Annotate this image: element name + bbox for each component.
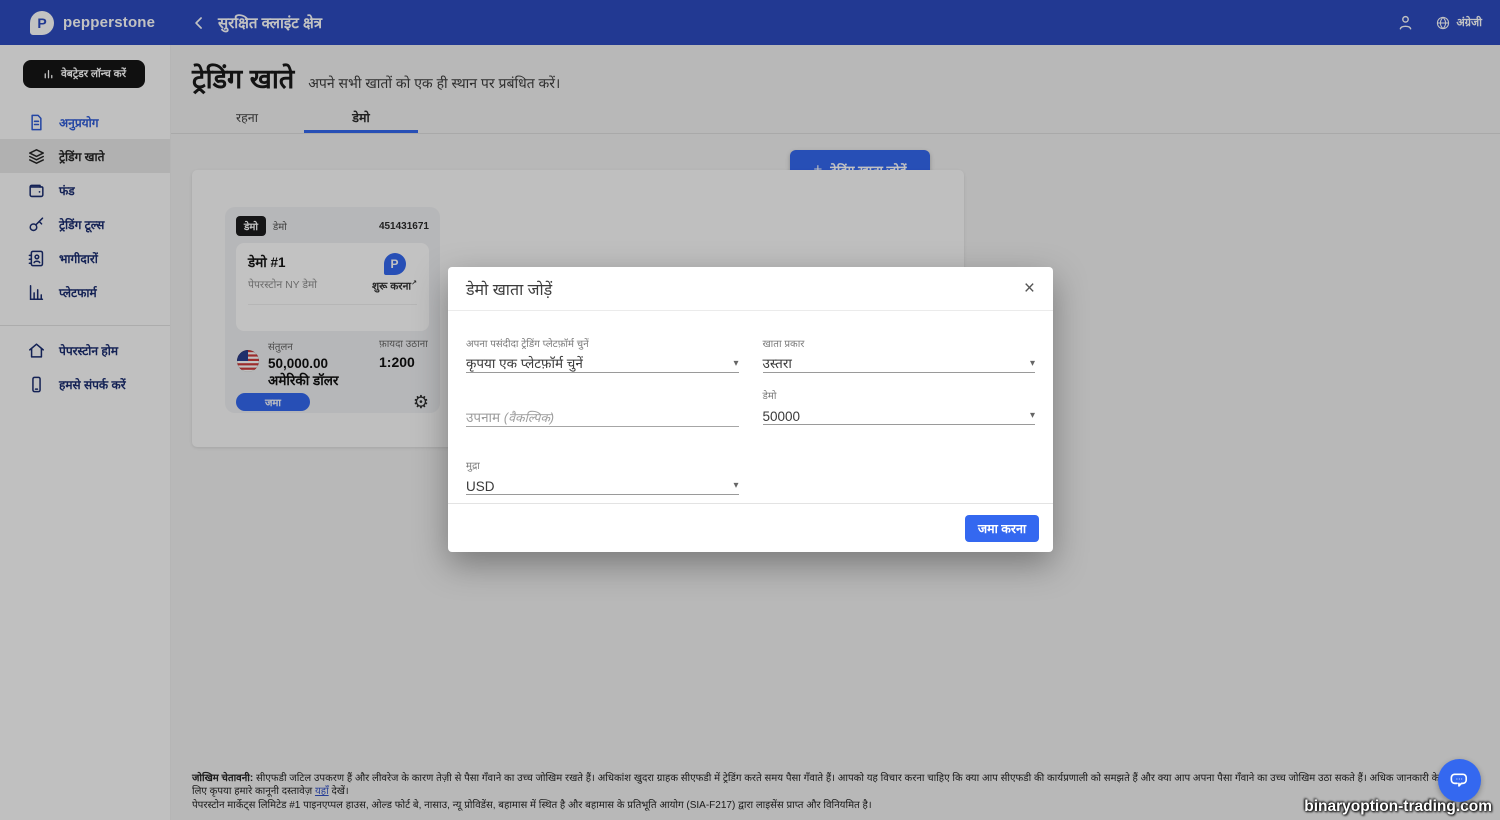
currency-select-value: USD bbox=[466, 479, 495, 494]
demo-balance-select-value: 50000 bbox=[762, 409, 801, 424]
chevron-down-icon: ▾ bbox=[1029, 358, 1035, 369]
chevron-down-icon: ▾ bbox=[733, 358, 739, 369]
platform-select-value: कृपया एक प्लेटफ़ॉर्म चुनें bbox=[466, 356, 583, 371]
platform-field-label: अपना पसंदीदा ट्रेडिंग प्लेटफ़ॉर्म चुनें bbox=[466, 339, 589, 350]
chat-widget-button[interactable] bbox=[1438, 759, 1481, 802]
currency-field-label: मुद्रा bbox=[466, 461, 480, 472]
form-right-column: खाता प्रकार उस्तरा ▾ डेमो 50000 ▾ bbox=[762, 336, 1035, 495]
currency-select[interactable]: USD ▾ bbox=[466, 473, 739, 495]
nickname-field: उपनाम (वैकल्पिक) bbox=[466, 405, 739, 427]
currency-field: मुद्रा USD ▾ bbox=[466, 458, 739, 495]
chevron-down-icon: ▾ bbox=[1029, 410, 1035, 421]
submit-button[interactable]: जमा करना bbox=[965, 514, 1039, 542]
account-type-field: खाता प्रकार उस्तरा ▾ bbox=[762, 336, 1035, 373]
add-demo-account-modal: डेमो खाता जोड़ें × अपना पसंदीदा ट्रेडिंग… bbox=[448, 267, 1053, 552]
form-left-column: अपना पसंदीदा ट्रेडिंग प्लेटफ़ॉर्म चुनें … bbox=[466, 336, 739, 495]
modal-title: डेमो खाता जोड़ें bbox=[466, 281, 553, 299]
modal-header: डेमो खाता जोड़ें × bbox=[448, 267, 1053, 311]
demo-balance-field-label: डेमो bbox=[762, 391, 777, 402]
account-type-select[interactable]: उस्तरा ▾ bbox=[762, 351, 1035, 373]
secure-client-area-screen: P pepperstone सुरक्षित क्लाइंट क्षेत्र अ… bbox=[0, 0, 1500, 820]
modal-form: अपना पसंदीदा ट्रेडिंग प्लेटफ़ॉर्म चुनें … bbox=[448, 311, 1053, 495]
chat-bubble-icon bbox=[1450, 773, 1468, 787]
demo-balance-select[interactable]: 50000 ▾ bbox=[762, 403, 1035, 425]
platform-field: अपना पसंदीदा ट्रेडिंग प्लेटफ़ॉर्म चुनें … bbox=[466, 336, 739, 373]
platform-select[interactable]: कृपया एक प्लेटफ़ॉर्म चुनें ▾ bbox=[466, 351, 739, 373]
demo-balance-field: डेमो 50000 ▾ bbox=[762, 388, 1035, 425]
nickname-input[interactable]: उपनाम (वैकल्पिक) bbox=[466, 405, 739, 427]
close-icon[interactable]: × bbox=[1024, 279, 1035, 298]
nickname-placeholder: उपनाम (वैकल्पिक) bbox=[466, 410, 555, 425]
chevron-down-icon: ▾ bbox=[733, 480, 739, 491]
account-type-select-value: उस्तरा bbox=[762, 356, 792, 371]
modal-footer: जमा करना bbox=[448, 503, 1053, 552]
account-type-field-label: खाता प्रकार bbox=[762, 339, 805, 350]
